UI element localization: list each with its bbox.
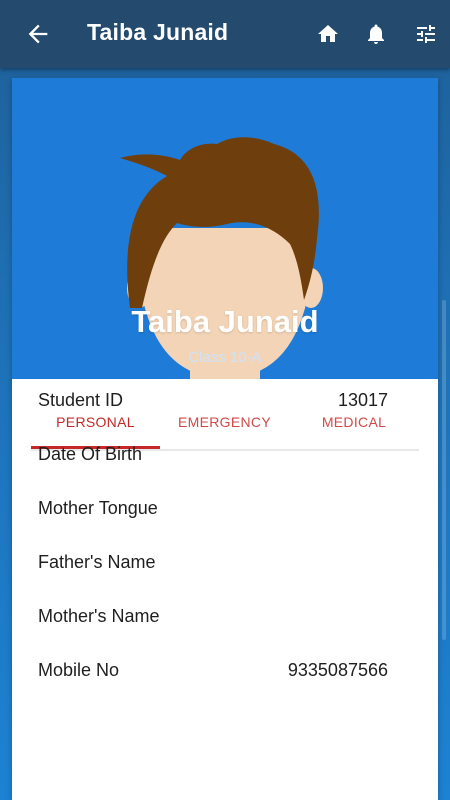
scrollbar[interactable]	[442, 300, 446, 640]
detail-label: Mother Tongue	[38, 498, 158, 518]
profile-class: Class 10-A	[188, 349, 262, 366]
app-bar: Taiba Junaid	[0, 0, 450, 68]
detail-value: 13017	[337, 390, 388, 410]
profile-name: Taiba Junaid	[131, 304, 319, 339]
bell-icon[interactable]	[364, 22, 388, 46]
detail-label: Date Of Birth	[38, 444, 143, 464]
detail-row-mothers-name: Mother's Name	[38, 606, 388, 660]
back-arrow-icon[interactable]	[24, 20, 52, 48]
detail-label: Mother's Name	[38, 606, 160, 626]
detail-value: 9335087566	[287, 660, 388, 680]
detail-row-date-of-birth: Date Of Birth	[38, 444, 388, 498]
detail-row-mother-tongue: Mother Tongue	[38, 498, 388, 552]
details-list: Student ID 13017 Date Of Birth Mother To…	[38, 390, 388, 714]
profile-header: Taiba Junaid Class 10-A	[12, 78, 438, 379]
home-icon[interactable]	[316, 22, 340, 46]
tune-icon[interactable]	[414, 22, 438, 46]
detail-label: Mobile No	[38, 660, 120, 680]
detail-label: Student ID	[38, 390, 124, 410]
detail-label: Father's Name	[38, 552, 156, 572]
detail-row-fathers-name: Father's Name	[38, 552, 388, 606]
detail-row-student-id: Student ID 13017	[38, 390, 388, 444]
app-bar-title: Taiba Junaid	[87, 19, 229, 45]
detail-row-mobile-no: Mobile No 9335087566	[38, 660, 388, 714]
